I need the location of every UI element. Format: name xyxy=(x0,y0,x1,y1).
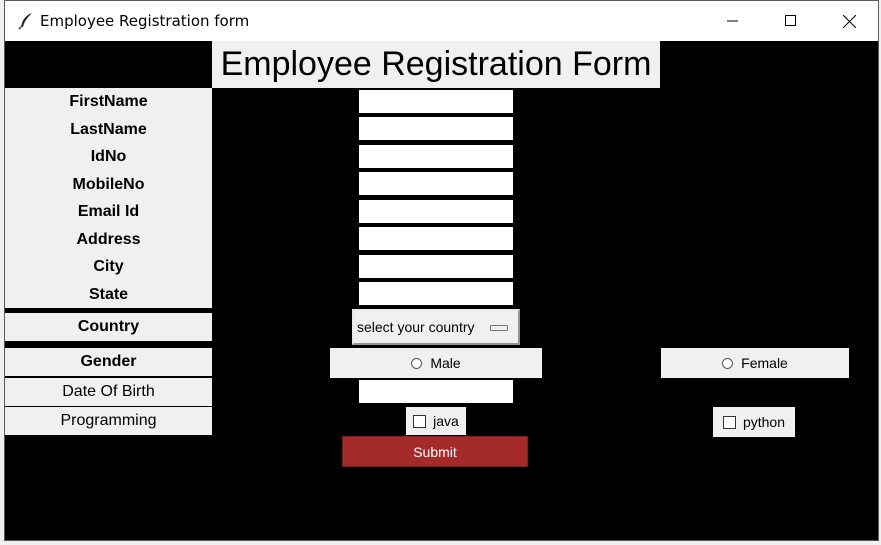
checkbox-icon xyxy=(413,414,427,428)
city-input[interactable] xyxy=(359,255,513,278)
country-select[interactable]: select your country xyxy=(352,309,520,345)
label-email: Email Id xyxy=(5,198,212,226)
java-checkbox[interactable]: java xyxy=(406,407,466,435)
checkbox-icon xyxy=(722,415,736,429)
title-bar: Employee Registration form xyxy=(5,1,878,41)
firstname-input[interactable] xyxy=(359,90,513,113)
state-input[interactable] xyxy=(359,282,513,305)
python-label: python xyxy=(742,414,786,430)
feather-icon xyxy=(18,13,32,30)
minimize-icon xyxy=(727,20,738,22)
label-firstname: FirstName xyxy=(5,88,212,116)
label-address: Address xyxy=(5,226,212,253)
minimize-button[interactable] xyxy=(705,1,761,41)
gender-male-radio[interactable]: Male xyxy=(330,348,542,378)
python-checkbox[interactable]: python xyxy=(713,407,795,437)
submit-button[interactable]: Submit xyxy=(342,436,528,467)
email-input[interactable] xyxy=(359,200,513,223)
radio-circle-icon xyxy=(411,357,423,369)
maximize-button[interactable] xyxy=(763,1,819,41)
maximize-icon xyxy=(785,15,796,26)
label-country: Country xyxy=(5,313,212,341)
app-window: Employee Registration form Employee Regi… xyxy=(4,0,879,541)
form-area: Employee Registration Form FirstName Las… xyxy=(5,41,878,540)
dob-input[interactable] xyxy=(359,380,513,403)
label-gender: Gender xyxy=(5,348,212,376)
label-dob: Date Of Birth xyxy=(5,378,212,406)
gender-male-label: Male xyxy=(430,355,461,371)
gender-female-label: Female xyxy=(741,355,788,371)
label-idno: IdNo xyxy=(5,143,212,171)
address-input[interactable] xyxy=(359,227,513,250)
label-programming: Programming xyxy=(5,407,212,435)
label-mobileno: MobileNo xyxy=(5,171,212,198)
radio-circle-icon xyxy=(722,357,734,369)
window-title: Employee Registration form xyxy=(40,12,250,30)
label-state: State xyxy=(5,281,212,308)
close-button[interactable] xyxy=(821,1,877,41)
country-select-value: select your country xyxy=(357,319,475,335)
gender-female-radio[interactable]: Female xyxy=(661,348,849,378)
form-heading: Employee Registration Form xyxy=(212,41,660,88)
idno-input[interactable] xyxy=(359,145,513,168)
dropdown-indicator-icon xyxy=(490,325,508,331)
lastname-input[interactable] xyxy=(359,117,513,140)
close-icon xyxy=(842,14,856,28)
mobileno-input[interactable] xyxy=(359,172,513,195)
label-lastname: LastName xyxy=(5,116,212,143)
label-city: City xyxy=(5,253,212,281)
java-label: java xyxy=(433,413,459,429)
